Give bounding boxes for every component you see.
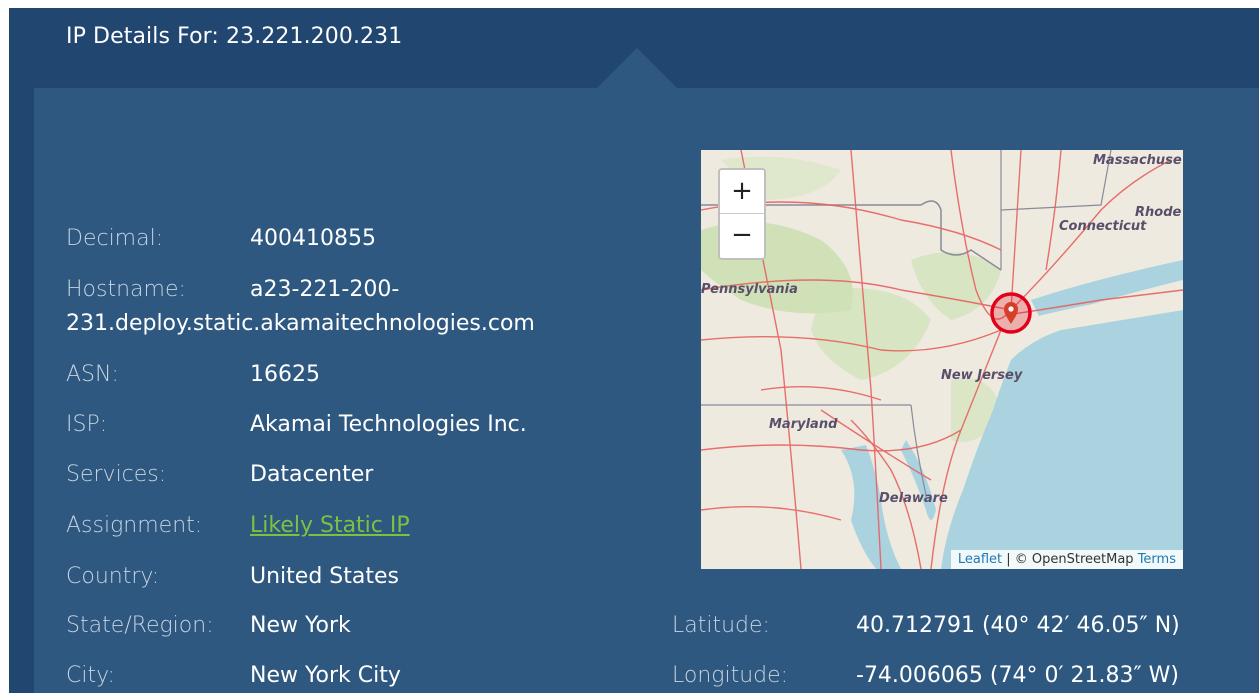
svg-text:Maryland: Maryland xyxy=(769,417,838,432)
leaflet-link[interactable]: Leaflet xyxy=(958,552,1002,567)
decimal-label: Decimal: xyxy=(66,226,164,251)
latitude-value: 40.712791 (40° 42′ 46.05″ N) xyxy=(856,613,1180,638)
services-label: Services: xyxy=(66,462,167,487)
asn-label: ASN: xyxy=(66,362,119,387)
zoom-in-button[interactable]: + xyxy=(720,170,764,214)
services-value: Datacenter xyxy=(250,462,374,487)
hostname-label: Hostname: xyxy=(66,277,186,302)
city-label: City: xyxy=(66,663,115,688)
latitude-label: Latitude: xyxy=(672,613,770,638)
decimal-value: 400410855 xyxy=(250,226,376,251)
country-label: Country: xyxy=(66,564,160,589)
svg-text:Pennsylvania: Pennsylvania xyxy=(701,282,798,297)
zoom-control: + − xyxy=(718,168,766,260)
location-marker-icon[interactable] xyxy=(989,291,1033,335)
svg-text:Massachuse: Massachuse xyxy=(1093,153,1182,168)
assignment-link[interactable]: Likely Static IP xyxy=(250,513,410,538)
city-value: New York City xyxy=(250,663,401,688)
isp-label: ISP: xyxy=(66,412,108,437)
zoom-out-button[interactable]: − xyxy=(720,214,764,258)
state-label: State/Region: xyxy=(66,613,214,638)
terms-link[interactable]: Terms xyxy=(1138,552,1176,567)
map-attribution: Leaflet | © OpenStreetMap Terms xyxy=(950,550,1183,569)
map-tiles: Massachuse Rhode Connecticut Pennsylvani… xyxy=(701,150,1183,569)
panel-notch xyxy=(597,48,677,88)
state-value: New York xyxy=(250,613,351,638)
hostname-value-line1: a23-221-200- xyxy=(250,277,400,302)
location-map[interactable]: Massachuse Rhode Connecticut Pennsylvani… xyxy=(701,150,1183,569)
longitude-value: -74.006065 (74° 0′ 21.83″ W) xyxy=(856,663,1179,688)
longitude-label: Longitude: xyxy=(672,663,789,688)
hostname-value-line2: 231.deploy.static.akamaitechnologies.com xyxy=(66,311,535,336)
page-title: IP Details For: 23.221.200.231 xyxy=(66,24,403,49)
svg-text:Connecticut: Connecticut xyxy=(1059,219,1147,234)
assignment-label: Assignment: xyxy=(66,513,203,538)
attribution-text: | © OpenStreetMap xyxy=(1002,552,1138,567)
svg-text:New Jersey: New Jersey xyxy=(941,368,1023,383)
isp-value: Akamai Technologies Inc. xyxy=(250,412,527,437)
asn-value: 16625 xyxy=(250,362,320,387)
country-value: United States xyxy=(250,564,399,589)
svg-text:Delaware: Delaware xyxy=(879,491,948,506)
svg-text:Rhode: Rhode xyxy=(1135,205,1182,220)
